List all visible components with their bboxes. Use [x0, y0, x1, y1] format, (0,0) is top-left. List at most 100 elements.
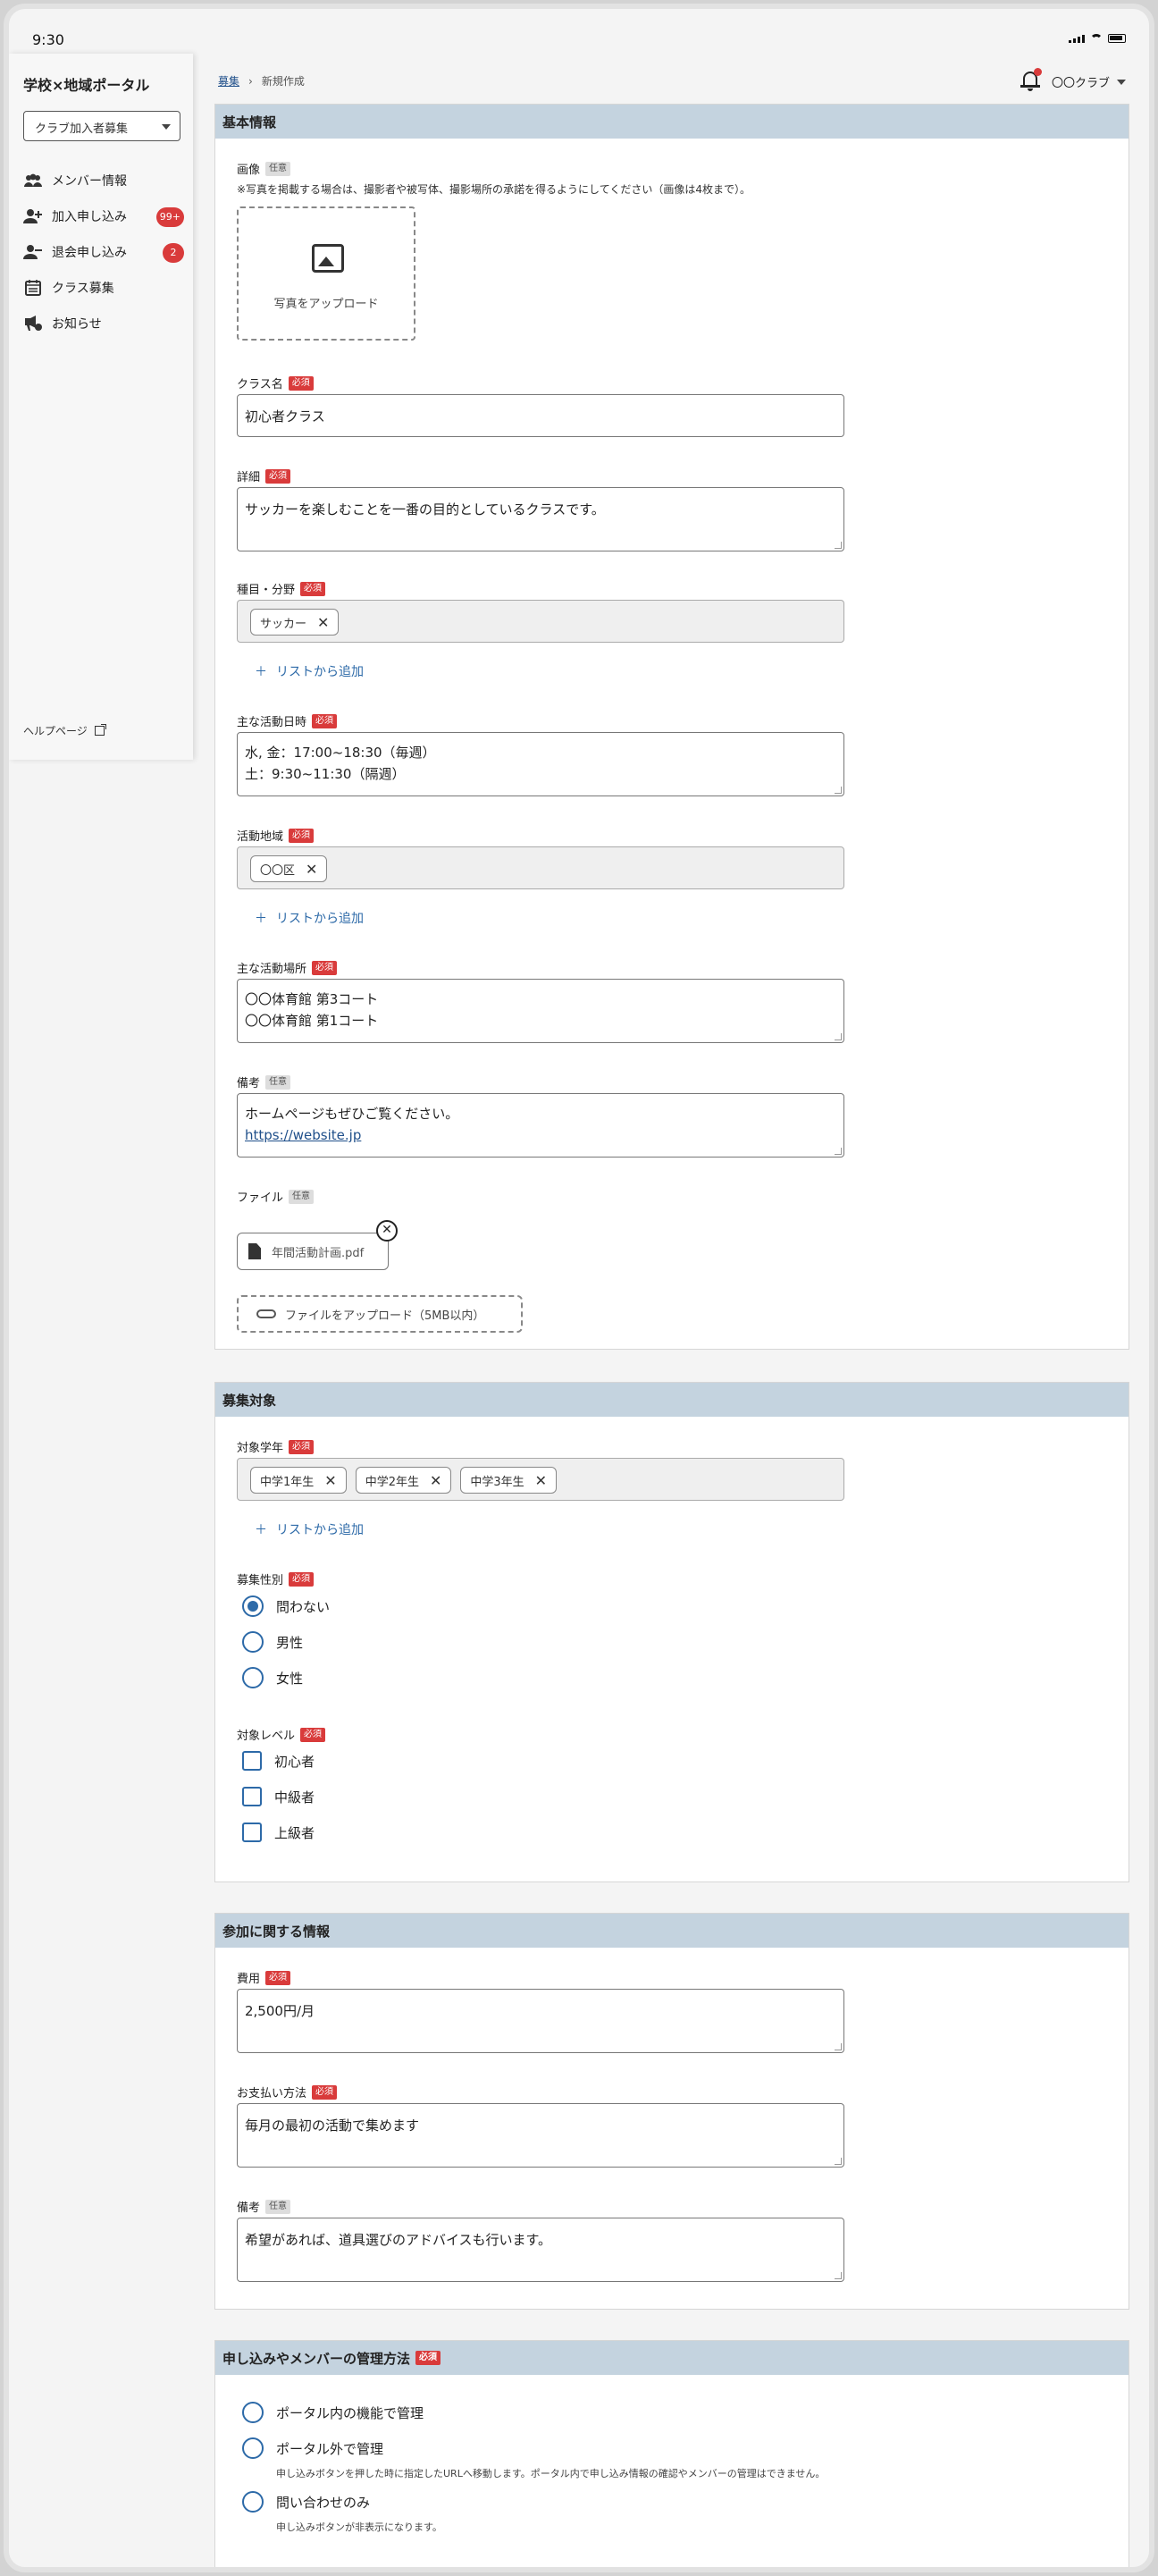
required-tag: 必須 [312, 960, 338, 975]
place-textarea[interactable]: 〇〇体育館 第3コート 〇〇体育館 第1コート [237, 979, 844, 1043]
radio[interactable] [242, 2402, 264, 2423]
account-menu[interactable]: 〇〇クラブ [1052, 73, 1126, 90]
detail-textarea[interactable]: サッカーを楽しむことを一番の目的としているクラスです。 [237, 487, 844, 551]
radio[interactable] [242, 1631, 264, 1653]
help-link[interactable]: ヘルプページ [23, 723, 106, 738]
optional-tag: 任意 [289, 1189, 315, 1204]
option-label: 女性 [276, 1670, 304, 1687]
remarks-textarea[interactable]: ホームページもぜひご覧ください。 https://website.jp [237, 1093, 844, 1158]
radio[interactable] [242, 1667, 264, 1688]
photo-upload-area[interactable]: 写真をアップロード [237, 206, 415, 341]
checkbox[interactable] [242, 1751, 262, 1771]
label-text: ファイル [237, 1191, 284, 1205]
input-value: 2,500円/月 [245, 2003, 315, 2019]
grade-add-from-list[interactable]: ＋ リストから追加 [255, 1520, 364, 1538]
gender-option-male[interactable]: 男性 [242, 1631, 303, 1653]
resize-handle[interactable] [835, 1033, 842, 1040]
group-icon [24, 173, 42, 187]
battery-icon [1108, 34, 1126, 43]
add-label: リストから追加 [276, 912, 364, 926]
payment-textarea[interactable]: 毎月の最初の活動で集めます [237, 2103, 844, 2168]
remove-file-icon[interactable]: ✕ [376, 1220, 398, 1242]
sidebar-item-leave[interactable]: 退会申し込み 2 [23, 234, 184, 270]
sidebar: 学校×地域ポータル クラブ加入者募集 メンバー情報 加入申し込み 99+ 退会申… [9, 54, 193, 760]
radio[interactable] [242, 2491, 264, 2513]
close-icon[interactable]: ✕ [306, 861, 317, 878]
radio-selected[interactable] [242, 1595, 264, 1617]
grade-chip: 中学1年生 ✕ [250, 1467, 347, 1494]
grade-chip: 中学2年生 ✕ [355, 1467, 452, 1494]
required-tag: 必須 [312, 2084, 338, 2100]
label-text: 主な活動日時 [237, 716, 307, 729]
sport-add-from-list[interactable]: ＋ リストから追加 [255, 662, 364, 680]
sport-label: 種目・分野 必須 [237, 580, 326, 597]
file-upload-button[interactable]: ファイルをアップロード（5MB以内） [237, 1295, 523, 1333]
section-title: 募集対象 [215, 1383, 1129, 1417]
class-name-input[interactable]: 初心者クラス [237, 394, 844, 437]
close-icon[interactable]: ✕ [324, 1472, 336, 1489]
plus-icon: ＋ [255, 665, 267, 679]
required-tag: 必須 [289, 1571, 315, 1587]
gender-option-female[interactable]: 女性 [242, 1667, 303, 1688]
grade-chip-field: 中学1年生 ✕ 中学2年生 ✕ 中学3年生 ✕ [237, 1458, 844, 1501]
resize-handle[interactable] [835, 787, 842, 794]
mode-select[interactable]: クラブ加入者募集 [23, 111, 180, 141]
label-text: 対象学年 [237, 1442, 284, 1455]
input-line: 水, 金：17:00~18:30（毎週） [245, 745, 436, 761]
label-text: 画像 [237, 164, 261, 177]
sidebar-item-news[interactable]: お知らせ [23, 306, 184, 341]
close-icon[interactable]: ✕ [430, 1472, 441, 1489]
close-icon[interactable]: ✕ [535, 1472, 547, 1489]
breadcrumb: 募集 › 新規作成 [218, 73, 305, 88]
management-option-inquiry[interactable]: 問い合わせのみ [242, 2491, 370, 2513]
image-label: 画像 任意 [237, 160, 291, 177]
notification-badge: 99+ [155, 207, 184, 227]
fee-textarea[interactable]: 2,500円/月 [237, 1989, 844, 2053]
sidebar-item-join[interactable]: 加入申し込み 99+ [23, 198, 184, 234]
level-option-beginner[interactable]: 初心者 [242, 1751, 315, 1771]
close-icon[interactable]: ✕ [317, 614, 329, 631]
wifi-icon [1090, 34, 1103, 43]
resize-handle[interactable] [835, 542, 842, 549]
sport-chip-field: サッカー ✕ [237, 600, 844, 643]
participation-remarks-textarea[interactable]: 希望があれば、道具選びのアドバイスも行います。 [237, 2218, 844, 2282]
section-title: 基本情報 [215, 105, 1129, 139]
management-option-external[interactable]: ポータル外で管理 [242, 2437, 383, 2459]
schedule-textarea[interactable]: 水, 金：17:00~18:30（毎週） 土：9:30~11:30（隔週） [237, 732, 844, 796]
sidebar-item-label: お知らせ [52, 317, 102, 332]
level-option-advanced[interactable]: 上級者 [242, 1823, 315, 1842]
radio[interactable] [242, 2437, 264, 2459]
option-label: 初心者 [274, 1753, 315, 1770]
checkbox[interactable] [242, 1787, 262, 1806]
section-title: 参加に関する情報 [215, 1914, 1129, 1948]
option-label: 問わない [276, 1598, 331, 1615]
plus-icon: ＋ [255, 912, 267, 926]
resize-handle[interactable] [835, 2272, 842, 2279]
attached-file[interactable]: 年間活動計画.pdf [237, 1233, 389, 1270]
signal-icon [1069, 35, 1085, 43]
sidebar-item-class-recruit[interactable]: クラス募集 [23, 270, 184, 306]
management-option-portal[interactable]: ポータル内の機能で管理 [242, 2402, 424, 2423]
level-option-intermediate[interactable]: 中級者 [242, 1787, 315, 1806]
option-label: ポータル内の機能で管理 [276, 2404, 424, 2421]
breadcrumb-link-recruit[interactable]: 募集 [218, 73, 239, 88]
sidebar-item-members[interactable]: メンバー情報 [23, 163, 184, 198]
option-label: 男性 [276, 1634, 304, 1651]
resize-handle[interactable] [835, 1148, 842, 1155]
checkbox[interactable] [242, 1823, 262, 1842]
option-description: 申し込みボタンを押した時に指定したURLへ移動します。ポータル内で申し込み情報の… [276, 2468, 826, 2479]
announcement-icon [25, 316, 42, 331]
participation-remarks-label: 備考 任意 [237, 2198, 291, 2215]
required-tag: 必須 [415, 2351, 441, 2365]
website-link[interactable]: https://website.jp [245, 1124, 836, 1146]
plus-icon: ＋ [255, 1523, 267, 1537]
bell-icon[interactable] [1020, 68, 1042, 91]
image-icon [312, 244, 344, 273]
gender-option-any[interactable]: 問わない [242, 1595, 330, 1617]
option-description: 申し込みボタンが非表示になります。 [276, 2521, 442, 2533]
area-add-from-list[interactable]: ＋ リストから追加 [255, 909, 364, 927]
required-tag: 必須 [265, 468, 291, 484]
chevron-down-icon [1117, 79, 1126, 85]
resize-handle[interactable] [835, 2043, 842, 2050]
resize-handle[interactable] [835, 2158, 842, 2165]
